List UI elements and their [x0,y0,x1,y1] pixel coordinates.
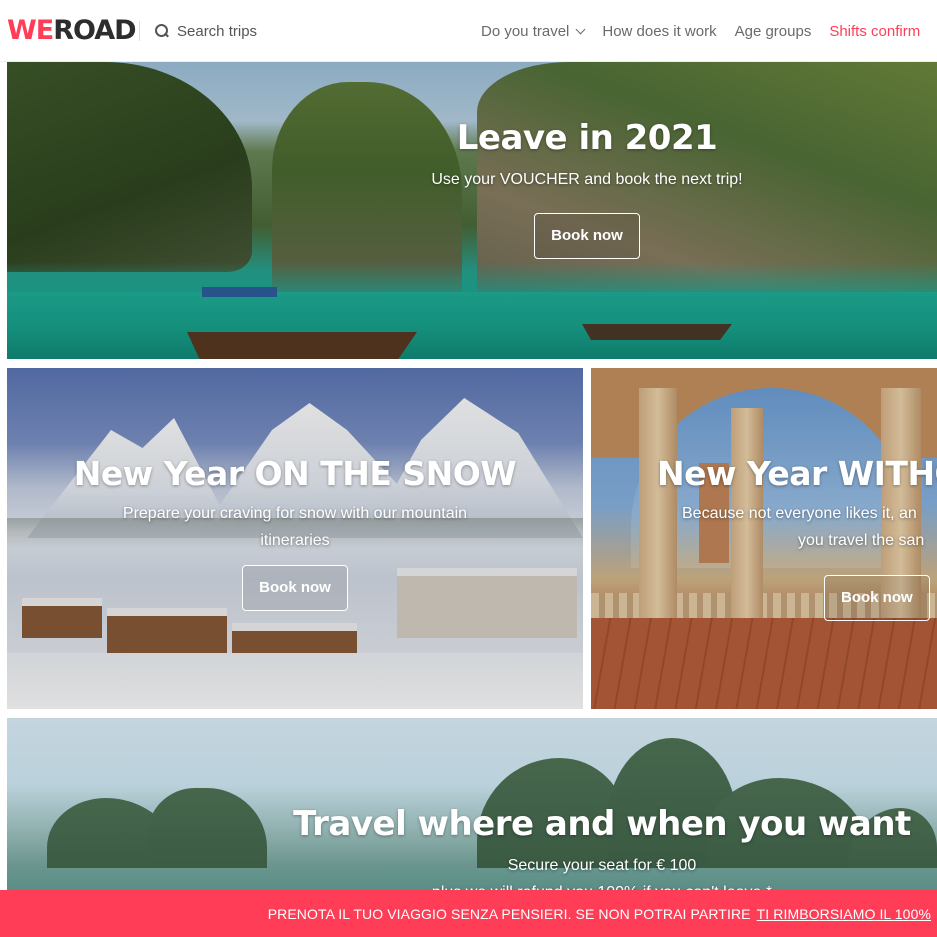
nav-shifts-confirmed-label: Shifts confirm [829,22,921,40]
banner-subtitle-line1: Because not everyone likes it, an [682,505,917,522]
promo-text: PRENOTA IL TUO VIAGGIO SENZA PENSIERI. S… [267,905,751,922]
search-trips-field[interactable]: Search trips [155,18,257,44]
header-divider [139,21,140,41]
banner-subtitle-line2: you travel the san [798,532,925,549]
chevron-down-icon [575,24,586,34]
banner-subtitle: Use your VOUCHER and book the next trip! [431,171,743,188]
logo-we: WE [7,14,54,46]
banner-title: New Year WITHO [657,454,937,493]
nav-age-groups-label: Age groups [734,22,812,40]
nav-do-you-travel[interactable]: Do you travel [481,22,586,40]
search-icon [155,24,169,38]
nav-how-does-it-work-label: How does it work [602,22,717,40]
top-navigation-bar: WE ROAD Search trips Do you travel How do… [0,0,937,62]
book-now-button[interactable]: Book now [824,575,930,621]
banner-new-year-on-the-snow[interactable]: New Year ON THE SNOW Prepare your cravin… [7,368,583,709]
book-now-button[interactable]: Book now [242,565,348,611]
banner-leave-in-2021[interactable]: Leave in 2021 Use your VOUCHER and book … [7,62,937,359]
nav-age-groups[interactable]: Age groups [735,23,812,40]
banner-title: Travel where and when you want [293,804,911,844]
search-placeholder: Search trips [177,22,258,40]
nav-shifts-confirmed[interactable]: Shifts confirm [829,23,920,40]
banner-title: New Year ON THE SNOW [73,454,517,493]
main-nav: Do you travel How does it work Age group… [481,18,937,44]
nav-how-does-it-work[interactable]: How does it work [602,23,716,40]
promo-refund-link[interactable]: TI RIMBORSIAMO IL 100% [757,906,931,922]
banner-subtitle-line2: itineraries [260,532,330,549]
logo-road: ROAD [53,14,136,46]
banner-subtitle-line1: Secure your seat for € 100 [507,857,697,874]
banner-new-year-without[interactable]: New Year WITHO Because not everyone like… [591,368,937,709]
banner-subtitle-line1: Prepare your craving for snow with our m… [122,505,468,522]
nav-do-you-travel-label: Do you travel [481,22,570,40]
refund-promo-bar: PRENOTA IL TUO VIAGGIO SENZA PENSIERI. S… [0,890,937,937]
banner-title: Leave in 2021 [456,118,718,158]
book-now-button[interactable]: Book now [534,213,640,259]
weroad-logo[interactable]: WE ROAD [7,12,137,48]
